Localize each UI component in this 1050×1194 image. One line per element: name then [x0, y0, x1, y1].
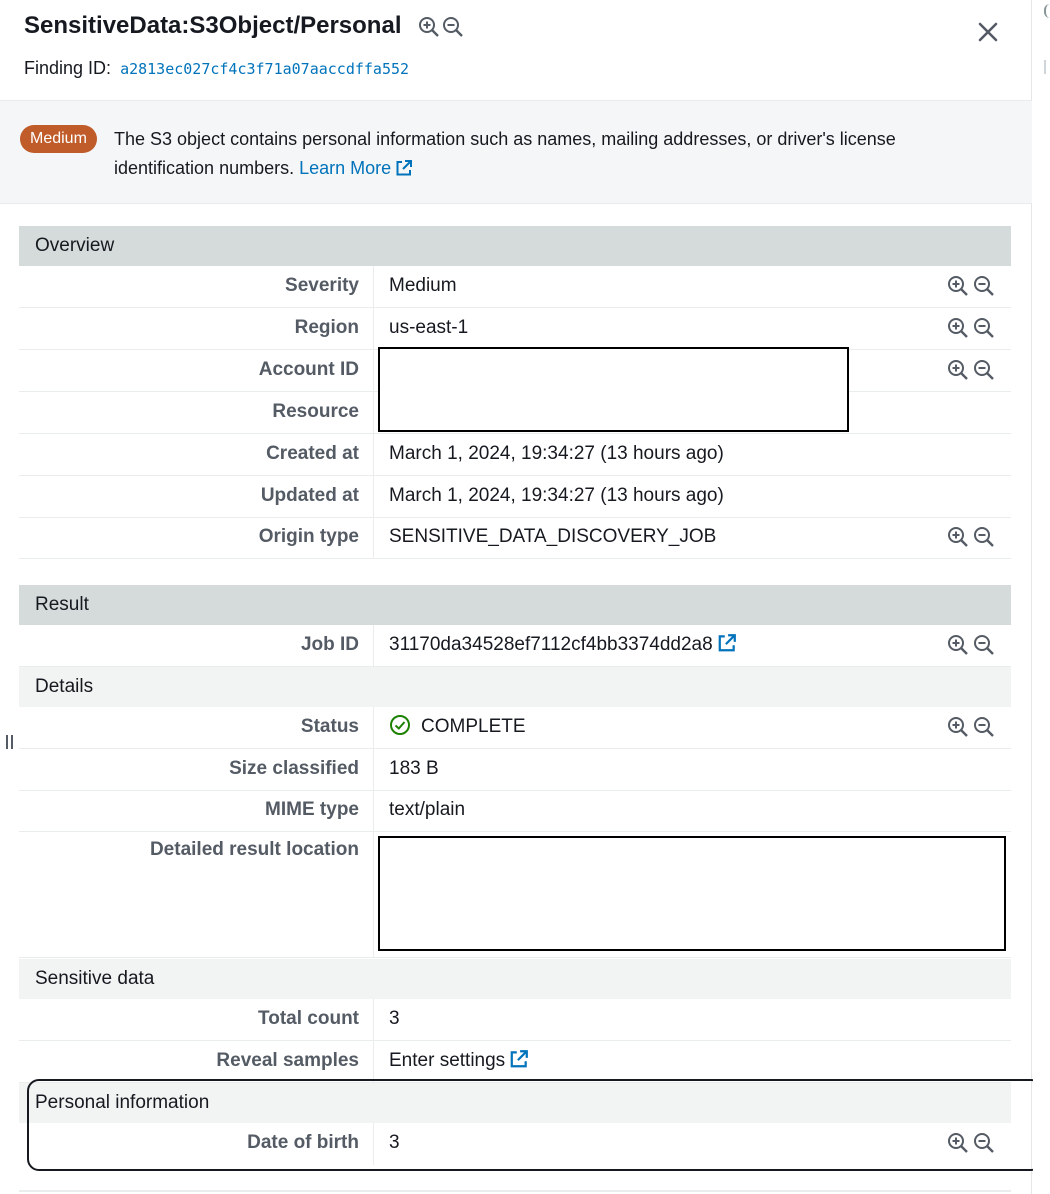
- row-label: Reveal samples: [19, 1041, 374, 1082]
- details-row-status: Status COMPLETE: [19, 707, 1011, 749]
- check-circle-icon: [390, 715, 410, 735]
- details-row-mime-type: MIME type text/plain: [19, 790, 1011, 832]
- row-label: Region: [19, 308, 374, 349]
- zoom-out-icon[interactable]: [973, 275, 995, 297]
- overview-row-region: Region us-east-1: [19, 308, 1011, 350]
- overview-row-updated-at: Updated at March 1, 2024, 19:34:27 (13 h…: [19, 476, 1011, 518]
- overview-row-created-at: Created at March 1, 2024, 19:34:27 (13 h…: [19, 434, 1011, 476]
- learn-more-label[interactable]: Learn More: [299, 158, 391, 178]
- row-label: Job ID: [19, 625, 374, 666]
- learn-more-link[interactable]: Learn More: [299, 158, 413, 178]
- enter-settings-label[interactable]: Enter settings: [389, 1050, 505, 1071]
- panel-resize-handle[interactable]: [6, 735, 16, 749]
- row-value: SENSITIVE_DATA_DISCOVERY_JOB: [389, 526, 717, 547]
- row-value: Medium: [389, 275, 457, 296]
- overview-section-header: Overview: [19, 226, 1011, 266]
- zoom-in-icon[interactable]: [947, 317, 969, 339]
- zoom-in-icon[interactable]: [947, 634, 969, 656]
- row-value: March 1, 2024, 19:34:27 (13 hours ago): [389, 443, 724, 464]
- row-label: Created at: [19, 434, 374, 475]
- enter-settings-link[interactable]: Enter settings: [389, 1041, 529, 1081]
- row-zoom-controls: [947, 317, 995, 339]
- zoom-out-icon[interactable]: [973, 359, 995, 381]
- finding-id-row: Finding ID: a2813ec027cf4c3f71a07aaccdff…: [24, 58, 409, 79]
- row-value: March 1, 2024, 19:34:27 (13 hours ago): [389, 485, 724, 506]
- finding-id-link[interactable]: a2813ec027cf4c3f71a07aaccdffa552: [120, 60, 409, 78]
- row-value: 183 B: [389, 758, 439, 779]
- row-label: Status: [19, 707, 374, 748]
- background-glyph: [1044, 4, 1050, 18]
- row-label: Origin type: [19, 517, 374, 558]
- row-zoom-controls: [947, 526, 995, 548]
- zoom-in-icon[interactable]: [947, 716, 969, 738]
- external-link-icon: [510, 1050, 529, 1068]
- zoom-in-icon[interactable]: [418, 16, 440, 38]
- redaction-box: [378, 836, 1006, 951]
- sensitive-row-total-count: Total count 3: [19, 999, 1011, 1041]
- details-row-size-classified: Size classified 183 B: [19, 749, 1011, 791]
- job-id-link[interactable]: 31170da34528ef7112cf4bb3374dd2a8: [389, 625, 737, 665]
- external-link-icon: [718, 634, 736, 652]
- close-icon[interactable]: [974, 18, 1002, 46]
- overview-row-severity: Severity Medium: [19, 266, 1011, 308]
- row-zoom-controls: [947, 275, 995, 297]
- row-value: text/plain: [389, 799, 466, 820]
- sensitive-data-section-header: Sensitive data: [19, 959, 1011, 999]
- status-value: COMPLETE: [389, 707, 526, 747]
- sensitive-row-reveal-samples: Reveal samples Enter settings: [19, 1041, 1011, 1083]
- zoom-in-icon[interactable]: [947, 275, 969, 297]
- background-page-edge: [1033, 0, 1050, 1194]
- bottom-divider: [19, 1190, 1011, 1192]
- highlight-annotation: [27, 1079, 1043, 1171]
- details-section-header: Details: [19, 667, 1011, 707]
- status-text: COMPLETE: [421, 716, 526, 737]
- overview-row-origin-type: Origin type SENSITIVE_DATA_DISCOVERY_JOB: [19, 517, 1011, 559]
- finding-title: SensitiveData:S3Object/Personal: [24, 12, 402, 39]
- severity-badge: Medium: [20, 125, 97, 153]
- row-label: Updated at: [19, 476, 374, 517]
- row-label: Size classified: [19, 749, 374, 790]
- zoom-in-icon[interactable]: [947, 526, 969, 548]
- severity-banner: Medium The S3 object contains personal i…: [0, 100, 1032, 204]
- row-label: Severity: [19, 266, 374, 307]
- result-row-job-id: Job ID 31170da34528ef7112cf4bb3374dd2a8: [19, 625, 1011, 667]
- result-section-header: Result: [19, 585, 1011, 625]
- title-zoom-controls: [418, 16, 464, 38]
- row-zoom-controls: [947, 634, 995, 656]
- row-value: 3: [389, 1008, 400, 1029]
- external-link-icon: [396, 160, 413, 176]
- finding-description: The S3 object contains personal informat…: [114, 125, 994, 183]
- row-label: Detailed result location: [19, 832, 374, 957]
- background-glyph: [1044, 60, 1050, 74]
- zoom-out-icon[interactable]: [973, 634, 995, 656]
- redaction-box: [378, 347, 849, 432]
- zoom-out-icon[interactable]: [442, 16, 464, 38]
- zoom-out-icon[interactable]: [973, 317, 995, 339]
- description-text: The S3 object contains personal informat…: [114, 129, 896, 178]
- zoom-out-icon[interactable]: [973, 526, 995, 548]
- finding-id-label: Finding ID:: [24, 58, 112, 78]
- zoom-in-icon[interactable]: [947, 359, 969, 381]
- row-label: Resource: [19, 392, 374, 433]
- row-label: Total count: [19, 999, 374, 1040]
- row-zoom-controls: [947, 359, 995, 381]
- row-label: Account ID: [19, 350, 374, 391]
- row-value: us-east-1: [389, 317, 469, 338]
- row-label: MIME type: [19, 790, 374, 831]
- job-id-value[interactable]: 31170da34528ef7112cf4bb3374dd2a8: [389, 634, 713, 655]
- finding-details-panel: SensitiveData:S3Object/Personal Finding …: [0, 0, 1032, 1194]
- panel-header: SensitiveData:S3Object/Personal Finding …: [0, 0, 1032, 100]
- row-zoom-controls: [947, 716, 995, 738]
- zoom-out-icon[interactable]: [973, 716, 995, 738]
